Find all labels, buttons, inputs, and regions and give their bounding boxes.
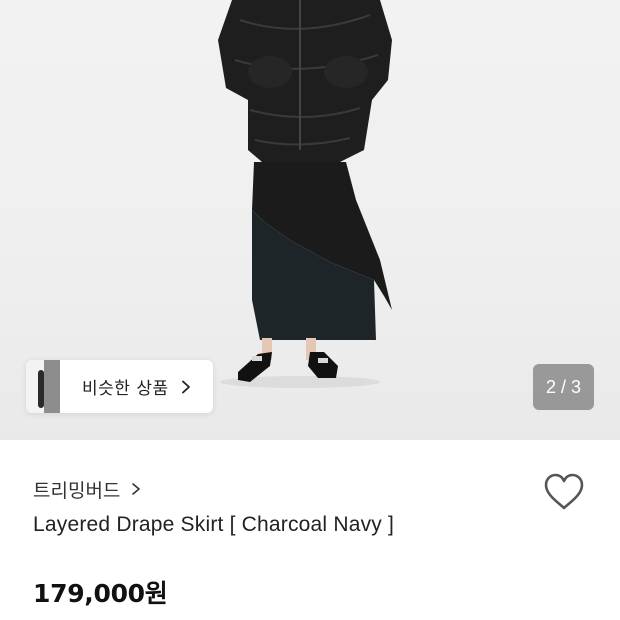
similar-product-thumbnail <box>26 360 60 413</box>
brand-link[interactable]: 트리밍버드 <box>33 476 142 502</box>
product-price: 179,000원 <box>33 579 168 608</box>
image-page-counter: 2 / 3 <box>533 364 594 410</box>
brand-name: 트리밍버드 <box>33 479 121 502</box>
chevron-right-icon <box>181 380 190 393</box>
heart-outline-icon[interactable] <box>543 472 585 512</box>
chevron-right-icon <box>132 483 141 495</box>
product-name: Layered Drape Skirt [ Charcoal Navy ] <box>33 513 395 536</box>
similar-products-label: 비슷한 상품 <box>82 379 169 399</box>
similar-products-button[interactable]: 비슷한 상품 <box>26 360 213 413</box>
product-image-gallery[interactable]: 비슷한 상품 2 / 3 <box>0 0 620 440</box>
